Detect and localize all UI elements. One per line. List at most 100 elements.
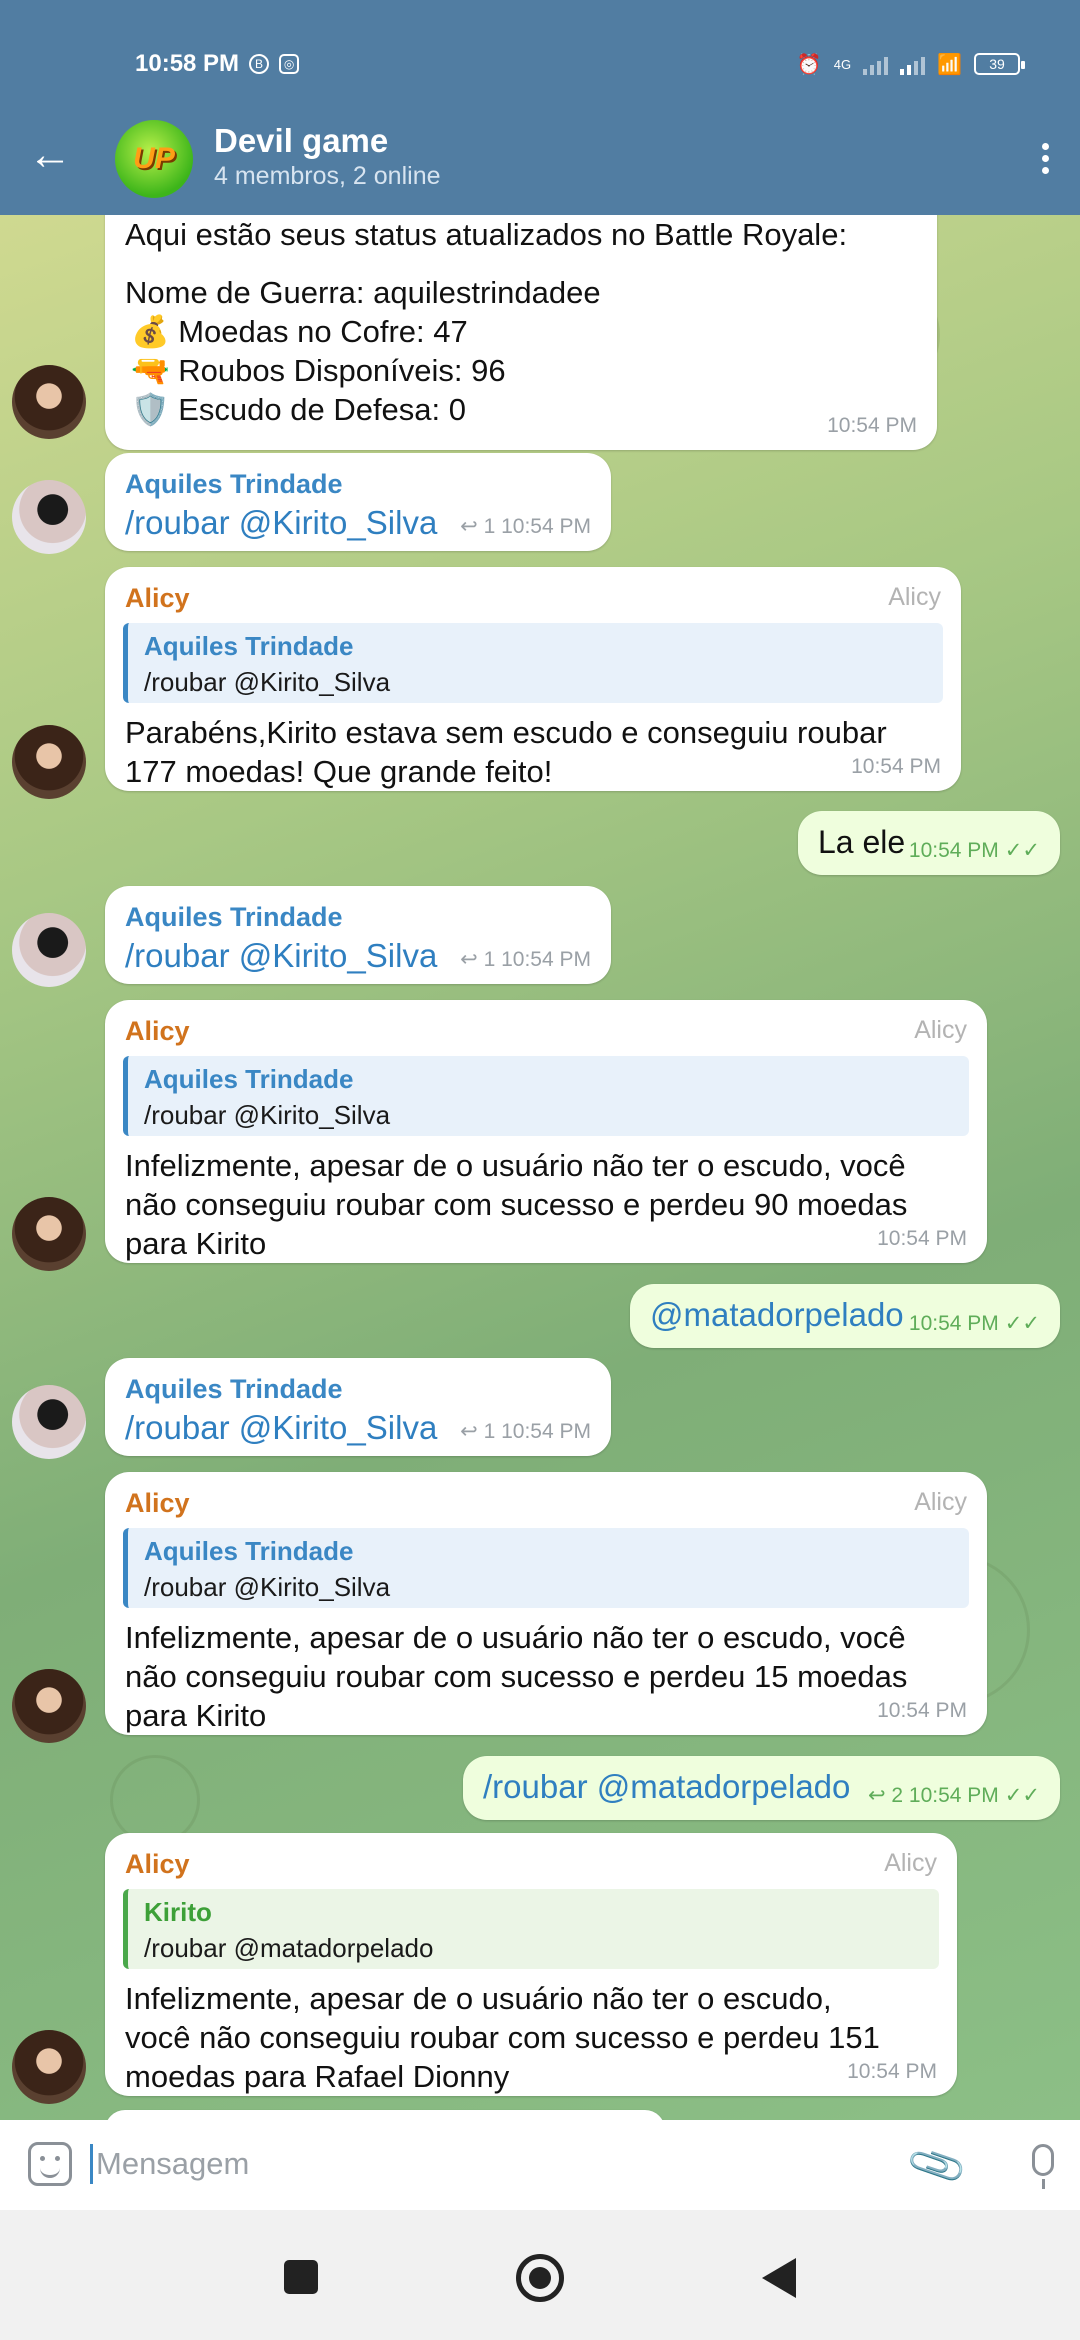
message-text: moedas para Rafael Dionny — [125, 2059, 510, 2094]
message-text: La ele — [818, 824, 906, 860]
recent-apps-button[interactable] — [284, 2260, 318, 2294]
avatar-alicy[interactable] — [12, 365, 86, 439]
message-time: 10:54 PM — [501, 515, 591, 538]
message-text: Aqui estão seus status atualizados no Ba… — [125, 217, 848, 252]
command-link[interactable]: /roubar @matadorpelado — [483, 1768, 850, 1806]
sender-name[interactable]: Alicy — [125, 1849, 190, 1880]
message-text: 🛡️ Escudo de Defesa: 0 — [131, 392, 467, 427]
avatar-aquiles[interactable] — [12, 913, 86, 987]
message-bubble[interactable]: Aquiles Trindade /roubar @Kirito_Silva ↩… — [105, 1358, 611, 1456]
avatar-alicy[interactable] — [12, 2030, 86, 2104]
message-time: 10:54 PM — [908, 1312, 999, 1335]
sender-name[interactable]: Alicy — [125, 1016, 190, 1047]
command-link[interactable]: /roubar @Kirito_Silva — [125, 504, 437, 542]
message-time: 10:54 PM — [908, 839, 999, 862]
wallpaper-doodle — [110, 1755, 200, 1845]
message-time: 10:54 PM — [877, 1699, 967, 1722]
attach-paperclip-icon[interactable]: 📎 — [904, 2133, 971, 2199]
reply-quote[interactable]: Aquiles Trindade /roubar @Kirito_Silva — [123, 1528, 969, 1608]
quote-text: /roubar @Kirito_Silva — [144, 667, 391, 697]
avatar-alicy[interactable] — [12, 725, 86, 799]
reply-count: 1 — [483, 948, 496, 971]
avatar-aquiles[interactable] — [12, 480, 86, 554]
message-bubble[interactable]: Alicy Alicy Kirito /roubar @matadorpelad… — [105, 1833, 957, 2096]
reply-icon: ↩ — [460, 515, 484, 538]
command-link[interactable]: /roubar @Kirito_Silva — [125, 1409, 437, 1447]
sender-name[interactable]: Aquiles Trindade — [125, 469, 343, 500]
message-text: não conseguiu roubar com sucesso e perde… — [125, 1659, 908, 1694]
more-options-icon[interactable] — [1042, 143, 1050, 179]
message-text: 🔫 Roubos Disponíveis: 96 — [131, 353, 506, 388]
group-avatar[interactable]: UP — [115, 120, 193, 198]
wifi-icon: 📶 — [937, 53, 962, 76]
message-text: Infelizmente, apesar de o usuário não te… — [125, 1620, 906, 1655]
avatar-alicy[interactable] — [12, 1669, 86, 1743]
quote-text: /roubar @Kirito_Silva — [144, 1572, 391, 1602]
emoji-sticker-icon[interactable] — [28, 2142, 72, 2186]
message-bubble-outgoing[interactable]: @matadorpelado 10:54 PM ✓✓ — [630, 1284, 1060, 1348]
message-time: 10:54 PM — [501, 1420, 591, 1443]
mention-link[interactable]: @matadorpelado — [650, 1296, 904, 1334]
microphone-icon[interactable] — [1032, 2144, 1054, 2189]
message-bubble[interactable]: Alicy Alicy Aquiles Trindade /roubar @Ki… — [105, 567, 961, 791]
message-text: 177 moedas! Que grande feito! — [125, 754, 553, 789]
sender-name[interactable]: Aquiles Trindade — [125, 1374, 343, 1405]
quote-text: /roubar @Kirito_Silva — [144, 1100, 391, 1130]
read-checks-icon: ✓✓ — [1004, 839, 1040, 862]
message-bubble[interactable]: Aqui estão seus status atualizados no Ba… — [105, 215, 937, 450]
alarm-icon: ⏰ — [796, 53, 822, 76]
group-title[interactable]: Devil game — [214, 122, 388, 160]
instagram-notification-icon: ◎ — [279, 54, 300, 74]
message-time: 10:54 PM — [877, 1227, 967, 1250]
message-bubble-outgoing[interactable]: La ele 10:54 PM ✓✓ — [798, 811, 1060, 875]
sender-name[interactable]: Alicy — [125, 583, 190, 614]
system-nav-bar — [0, 2210, 1080, 2340]
reply-count: 1 — [483, 1420, 496, 1443]
message-text: para Kirito — [125, 1698, 267, 1733]
back-arrow-icon[interactable]: ← — [28, 133, 72, 179]
bot-tag: Alicy — [884, 1849, 937, 1877]
message-text: Infelizmente, apesar de o usuário não te… — [125, 1981, 832, 2016]
status-time: 10:58 PM — [135, 50, 240, 77]
message-text: Infelizmente, apesar de o usuário não te… — [125, 1148, 906, 1183]
reply-quote[interactable]: Aquiles Trindade /roubar @Kirito_Silva — [123, 1056, 969, 1136]
chat-area[interactable]: Aqui estão seus status atualizados no Ba… — [0, 215, 1080, 2120]
message-text: não conseguiu roubar com sucesso e perde… — [125, 1187, 908, 1222]
sender-name[interactable]: Aquiles Trindade — [125, 902, 343, 933]
quote-name: Kirito — [144, 1897, 212, 1927]
command-link[interactable]: /roubar @Kirito_Silva — [125, 937, 437, 975]
reply-quote[interactable]: Kirito /roubar @matadorpelado — [123, 1889, 939, 1969]
avatar-alicy[interactable] — [12, 1197, 86, 1271]
text-caret — [90, 2144, 93, 2184]
b-notification-icon: B — [249, 54, 270, 74]
quote-name: Aquiles Trindade — [144, 631, 354, 661]
message-bubble[interactable]: Alicy Alicy Aquiles Trindade /roubar @Ki… — [105, 1000, 987, 1263]
read-checks-icon: ✓✓ — [1004, 1312, 1040, 1335]
reply-quote[interactable]: Aquiles Trindade /roubar @Kirito_Silva — [123, 623, 943, 703]
message-time: 10:54 PM — [827, 414, 917, 437]
message-text: você não conseguiu roubar com sucesso e … — [125, 2020, 880, 2055]
battery-icon: 39 — [974, 53, 1025, 75]
group-avatar-text: UP — [133, 142, 175, 175]
message-bubble[interactable]: Aquiles Trindade /roubar @Kirito_Silva ↩… — [105, 886, 611, 984]
avatar-aquiles[interactable] — [12, 1385, 86, 1459]
back-button[interactable] — [762, 2258, 796, 2298]
message-text: Nome de Guerra: aquilestrindadee — [125, 275, 601, 310]
quote-name: Aquiles Trindade — [144, 1064, 354, 1094]
home-button[interactable] — [516, 2254, 564, 2302]
message-bubble[interactable]: Aquiles Trindade /roubar @Kirito_Silva ↩… — [105, 453, 611, 551]
sender-name[interactable]: Alicy — [125, 1488, 190, 1519]
message-bubble[interactable]: Alicy Alicy Aquiles Trindade /roubar @Ki… — [105, 1472, 987, 1735]
message-time: 10:54 PM — [851, 755, 941, 778]
message-input[interactable] — [96, 2142, 896, 2186]
message-text: para Kirito — [125, 1226, 267, 1261]
message-bubble[interactable] — [105, 2110, 665, 2120]
group-subtitle: 4 membros, 2 online — [214, 162, 441, 190]
bot-tag: Alicy — [888, 583, 941, 611]
reply-count: 2 — [891, 1784, 904, 1807]
app-header: 10:58 PM B ◎ ⏰ 4G 📶 39 ← UP Devil game 4… — [0, 0, 1080, 215]
message-composer: 📎 — [0, 2120, 1080, 2210]
message-text: 💰 Moedas no Cofre: 47 — [131, 314, 468, 349]
message-bubble-outgoing[interactable]: /roubar @matadorpelado ↩ 2 10:54 PM ✓✓ — [463, 1756, 1060, 1820]
status-bar: 10:58 PM B ◎ ⏰ 4G 📶 39 — [135, 44, 1025, 84]
